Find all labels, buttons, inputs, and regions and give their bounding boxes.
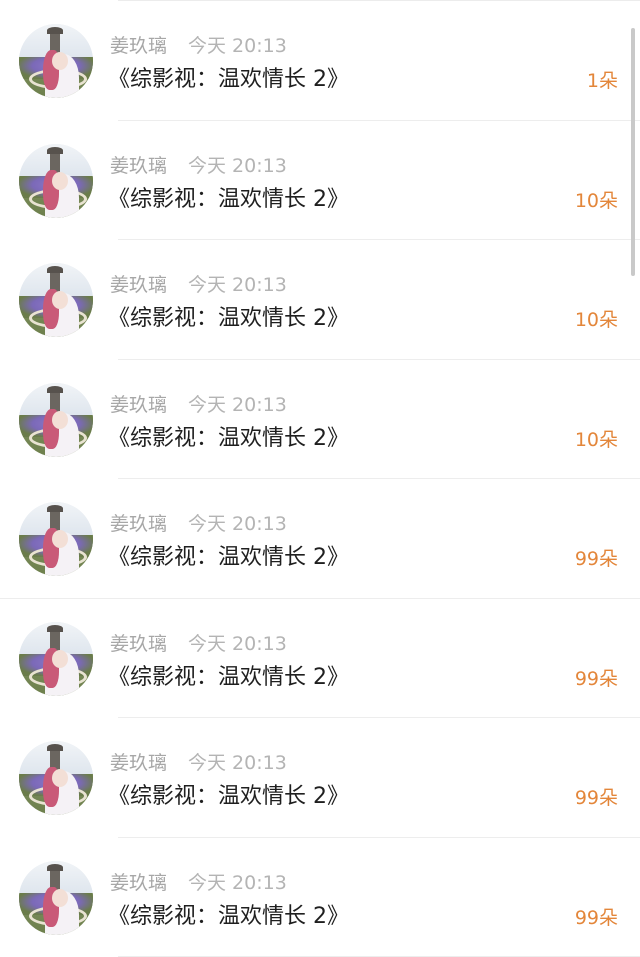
timestamp: 今天 20:13 [188,748,287,775]
flower-count: 10朵 [575,186,618,213]
book-title: 《综影视：温欢情长 2》 [108,300,349,332]
avatar[interactable] [19,383,93,457]
book-title: 《综影视：温欢情长 2》 [108,659,349,691]
avatar[interactable] [19,502,93,576]
avatar[interactable] [19,263,93,337]
list-item[interactable]: 姜玖璃 今天 20:13 《综影视：温欢情长 2》 99朵 [0,838,640,957]
avatar[interactable] [19,24,93,98]
book-title: 《综影视：温欢情长 2》 [108,420,349,452]
book-title: 《综影视：温欢情长 2》 [108,898,349,930]
avatar[interactable] [19,144,93,218]
book-title: 《综影视：温欢情长 2》 [108,181,349,213]
flower-count: 99朵 [575,903,618,930]
list-item[interactable]: 姜玖璃 今天 20:13 《综影视：温欢情长 2》 10朵 [0,360,640,480]
flower-count: 99朵 [575,544,618,571]
gift-record-list: 姜玖璃 今天 20:13 《综影视：温欢情长 2》 1朵 姜玖璃 今天 20:1… [0,1,640,957]
list-item[interactable]: 姜玖璃 今天 20:13 《综影视：温欢情长 2》 99朵 [0,718,640,838]
flower-count: 99朵 [575,783,618,810]
avatar[interactable] [19,741,93,815]
list-item[interactable]: 姜玖璃 今天 20:13 《综影视：温欢情长 2》 99朵 [0,599,640,719]
sender-name: 姜玖璃 [110,270,167,297]
sender-name: 姜玖璃 [110,509,167,536]
list-item[interactable]: 姜玖璃 今天 20:13 《综影视：温欢情长 2》 99朵 [0,479,640,599]
timestamp: 今天 20:13 [188,868,287,895]
sender-name: 姜玖璃 [110,390,167,417]
avatar[interactable] [19,622,93,696]
sender-name: 姜玖璃 [110,629,167,656]
timestamp: 今天 20:13 [188,629,287,656]
timestamp: 今天 20:13 [188,390,287,417]
sender-name: 姜玖璃 [110,868,167,895]
sender-name: 姜玖璃 [110,151,167,178]
book-title: 《综影视：温欢情长 2》 [108,539,349,571]
timestamp: 今天 20:13 [188,31,287,58]
sender-name: 姜玖璃 [110,31,167,58]
book-title: 《综影视：温欢情长 2》 [108,61,349,93]
list-item[interactable]: 姜玖璃 今天 20:13 《综影视：温欢情长 2》 10朵 [0,240,640,360]
timestamp: 今天 20:13 [188,151,287,178]
flower-count: 10朵 [575,305,618,332]
book-title: 《综影视：温欢情长 2》 [108,778,349,810]
list-item[interactable]: 姜玖璃 今天 20:13 《综影视：温欢情长 2》 10朵 [0,121,640,241]
scrollbar[interactable] [631,28,635,276]
timestamp: 今天 20:13 [188,270,287,297]
list-item[interactable]: 姜玖璃 今天 20:13 《综影视：温欢情长 2》 1朵 [0,1,640,121]
avatar[interactable] [19,861,93,935]
flower-count: 10朵 [575,425,618,452]
sender-name: 姜玖璃 [110,748,167,775]
flower-count: 1朵 [587,66,618,93]
timestamp: 今天 20:13 [188,509,287,536]
flower-count: 99朵 [575,664,618,691]
